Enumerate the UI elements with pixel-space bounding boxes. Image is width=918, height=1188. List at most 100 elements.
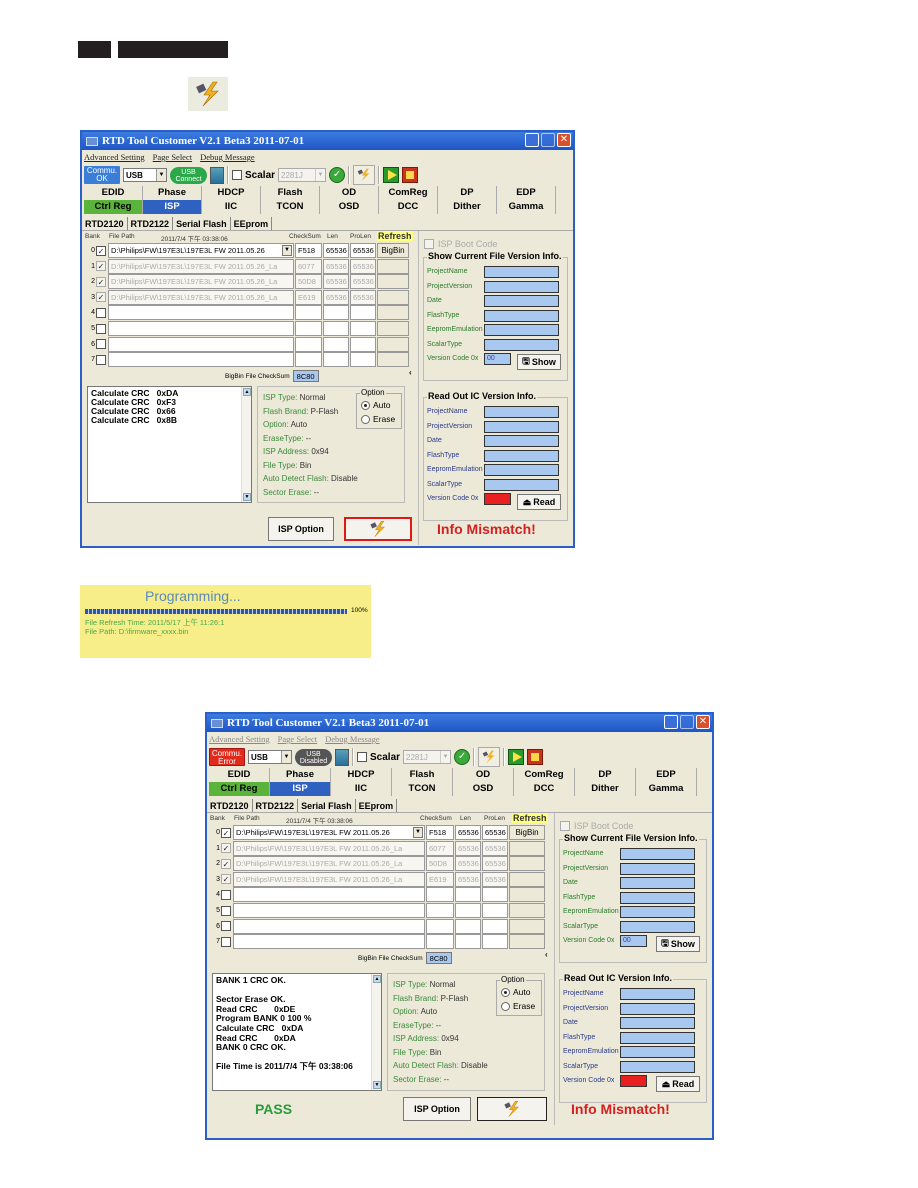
scalar-select[interactable]: 2281J ▼ bbox=[403, 750, 452, 764]
bank-file-path[interactable] bbox=[108, 352, 294, 368]
bigbin-button[interactable]: BigBin bbox=[509, 825, 545, 840]
scroll-up-icon[interactable]: ▲ bbox=[373, 975, 381, 983]
bigbin-button[interactable]: BigBin bbox=[377, 243, 409, 258]
bank-file-path[interactable] bbox=[108, 305, 294, 321]
bank-checkbox[interactable] bbox=[221, 889, 231, 900]
minimize-button[interactable] bbox=[664, 715, 678, 729]
check-ok-icon[interactable]: ✓ bbox=[454, 749, 471, 765]
tab-dither[interactable]: Dither bbox=[438, 200, 497, 214]
isp-boot-code[interactable]: ISP Boot Code bbox=[560, 821, 633, 831]
subtab-rtd2120[interactable]: RTD2120 bbox=[82, 217, 128, 230]
bank-checkbox[interactable] bbox=[221, 874, 231, 885]
tab-flash[interactable]: Flash bbox=[392, 768, 453, 782]
scroll-down-icon[interactable]: ▼ bbox=[243, 493, 251, 501]
bank-checkbox[interactable] bbox=[221, 905, 231, 916]
stop-button[interactable] bbox=[527, 749, 544, 765]
tab-hdcp[interactable]: HDCP bbox=[331, 768, 392, 782]
option-auto-radio[interactable]: Auto bbox=[501, 987, 531, 998]
bank-file-path[interactable] bbox=[233, 887, 425, 903]
bank-checkbox[interactable] bbox=[221, 936, 231, 947]
option-erase-radio[interactable]: Erase bbox=[501, 1001, 535, 1012]
tab-phase[interactable]: Phase bbox=[143, 186, 202, 200]
tab-edid[interactable]: EDID bbox=[84, 186, 143, 200]
bank-checkbox[interactable] bbox=[221, 921, 231, 932]
close-button[interactable]: ✕ bbox=[557, 133, 571, 147]
stop-button[interactable] bbox=[402, 167, 419, 183]
chevron-down-icon[interactable]: ▼ bbox=[282, 245, 292, 256]
menu-item-page-select[interactable]: Page Select bbox=[278, 734, 317, 744]
check-ok-icon[interactable]: ✓ bbox=[329, 167, 346, 183]
tab-comreg[interactable]: ComReg bbox=[379, 186, 438, 200]
scalar-checkbox[interactable] bbox=[357, 752, 367, 762]
log-output[interactable]: Calculate CRC 0xDA Calculate CRC 0xF3 Ca… bbox=[87, 386, 252, 503]
isp-option-button[interactable]: ISP Option bbox=[403, 1097, 471, 1121]
bank-file-path[interactable]: D:\Philips\FW\197E3L\197E3L FW 2011.05.2… bbox=[108, 258, 294, 274]
bank-file-path[interactable] bbox=[108, 336, 294, 352]
subtab-serial-flash[interactable]: Serial Flash bbox=[173, 217, 231, 230]
scroll-down-icon[interactable]: ▼ bbox=[373, 1081, 381, 1089]
bank-checkbox[interactable] bbox=[96, 354, 106, 365]
isp-boot-code-checkbox[interactable] bbox=[424, 239, 434, 249]
bank-checkbox[interactable] bbox=[96, 339, 106, 350]
tab-isp[interactable]: ISP bbox=[270, 782, 331, 796]
bank-file-path[interactable] bbox=[233, 903, 425, 918]
tab-edp[interactable]: EDP bbox=[497, 186, 556, 200]
tab-tcon[interactable]: TCON bbox=[261, 200, 320, 214]
usb-device-icon[interactable] bbox=[210, 166, 224, 184]
show-button[interactable]: 🖫 Show bbox=[517, 354, 561, 370]
tab-hdcp[interactable]: HDCP bbox=[202, 186, 261, 200]
play-button[interactable] bbox=[383, 167, 400, 183]
radio-button[interactable] bbox=[361, 415, 370, 425]
scroll-up-icon[interactable]: ▲ bbox=[243, 388, 251, 396]
interface-select[interactable]: USB ▼ bbox=[123, 168, 167, 182]
menu-item-debug-message[interactable]: Debug Message bbox=[200, 152, 255, 162]
bank-checkbox[interactable] bbox=[221, 858, 231, 869]
title-bar[interactable]: RTD Tool Customer V2.1 Beta3 2011-07-01 … bbox=[82, 132, 573, 150]
refresh-button[interactable]: Refresh bbox=[377, 231, 413, 241]
program-button[interactable] bbox=[344, 517, 412, 541]
usb-device-icon[interactable] bbox=[335, 748, 349, 766]
bank-checkbox[interactable] bbox=[96, 261, 106, 272]
flash-program-button[interactable] bbox=[353, 165, 376, 185]
tab-dcc[interactable]: DCC bbox=[379, 200, 438, 214]
bank-file-path[interactable]: D:\Philips\FW\197E3L\197E3L FW 2011.05.2… bbox=[233, 871, 425, 887]
usb-status-button[interactable]: USB Connect bbox=[170, 166, 207, 184]
subtab-eeprom[interactable]: EEprom bbox=[356, 799, 398, 812]
bank-file-path[interactable] bbox=[108, 321, 294, 336]
bank-file-path[interactable]: D:\Philips\FW\197E3L\197E3L FW 2011.05.2… bbox=[233, 840, 425, 856]
tab-ctrl-reg[interactable]: Ctrl Reg bbox=[84, 200, 143, 214]
program-button[interactable] bbox=[477, 1097, 547, 1121]
bank-file-path[interactable]: D:\Philips\FW\197E3L\197E3L FW 2011.05.2… bbox=[108, 243, 294, 258]
tab-od[interactable]: OD bbox=[320, 186, 379, 200]
tab-od[interactable]: OD bbox=[453, 768, 514, 782]
tab-dp[interactable]: DP bbox=[438, 186, 497, 200]
bank-file-path[interactable]: D:\Philips\FW\197E3L\197E3L FW 2011.05.2… bbox=[233, 825, 425, 840]
bank-file-path[interactable] bbox=[233, 934, 425, 950]
title-bar[interactable]: RTD Tool Customer V2.1 Beta3 2011-07-01 … bbox=[207, 714, 712, 732]
log-output[interactable]: BANK 1 CRC OK. Sector Erase OK. Read CRC… bbox=[212, 973, 382, 1091]
bank-checkbox[interactable] bbox=[96, 307, 106, 318]
maximize-button[interactable] bbox=[680, 715, 694, 729]
collapse-marker[interactable]: ‹ bbox=[409, 368, 412, 377]
isp-option-button[interactable]: ISP Option bbox=[268, 517, 334, 541]
subtab-eeprom[interactable]: EEprom bbox=[231, 217, 273, 230]
tab-comreg[interactable]: ComReg bbox=[514, 768, 575, 782]
option-auto-radio[interactable]: Auto bbox=[361, 400, 391, 411]
bank-checkbox[interactable] bbox=[221, 843, 231, 854]
tab-gamma[interactable]: Gamma bbox=[636, 782, 697, 796]
bank-file-path[interactable]: D:\Philips\FW\197E3L\197E3L FW 2011.05.2… bbox=[108, 289, 294, 305]
read-button[interactable]: ⏏ Read bbox=[517, 494, 561, 510]
bank-checkbox[interactable] bbox=[96, 292, 106, 303]
tab-edp[interactable]: EDP bbox=[636, 768, 697, 782]
radio-button[interactable] bbox=[501, 988, 510, 998]
chevron-down-icon[interactable]: ▼ bbox=[413, 827, 423, 838]
flash-program-button[interactable] bbox=[478, 747, 501, 767]
tab-tcon[interactable]: TCON bbox=[392, 782, 453, 796]
isp-boot-code[interactable]: ISP Boot Code bbox=[424, 239, 497, 249]
tab-dp[interactable]: DP bbox=[575, 768, 636, 782]
log-scrollbar[interactable]: ▲ ▼ bbox=[371, 974, 381, 1090]
menu-item-advanced-setting[interactable]: Advanced Setting bbox=[84, 152, 145, 162]
tab-edid[interactable]: EDID bbox=[209, 768, 270, 782]
subtab-rtd2120[interactable]: RTD2120 bbox=[207, 799, 253, 812]
tab-iic[interactable]: IIC bbox=[331, 782, 392, 796]
